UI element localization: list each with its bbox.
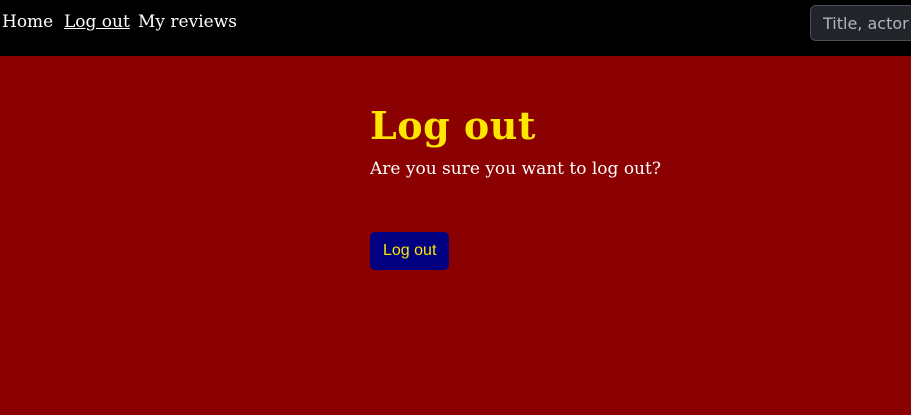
- logout-button[interactable]: Log out: [370, 232, 450, 270]
- confirm-message: Are you sure you want to log out?: [370, 159, 661, 179]
- logout-panel: Log out Are you sure you want to log out…: [370, 100, 661, 270]
- search-input[interactable]: [810, 5, 911, 41]
- nav-logout-link[interactable]: Log out: [64, 11, 130, 33]
- nav-my-reviews-link[interactable]: My reviews: [138, 11, 237, 33]
- nav-home-link[interactable]: Home: [2, 11, 53, 33]
- top-navbar: Home Log out My reviews: [0, 0, 911, 56]
- page-title: Log out: [370, 103, 536, 148]
